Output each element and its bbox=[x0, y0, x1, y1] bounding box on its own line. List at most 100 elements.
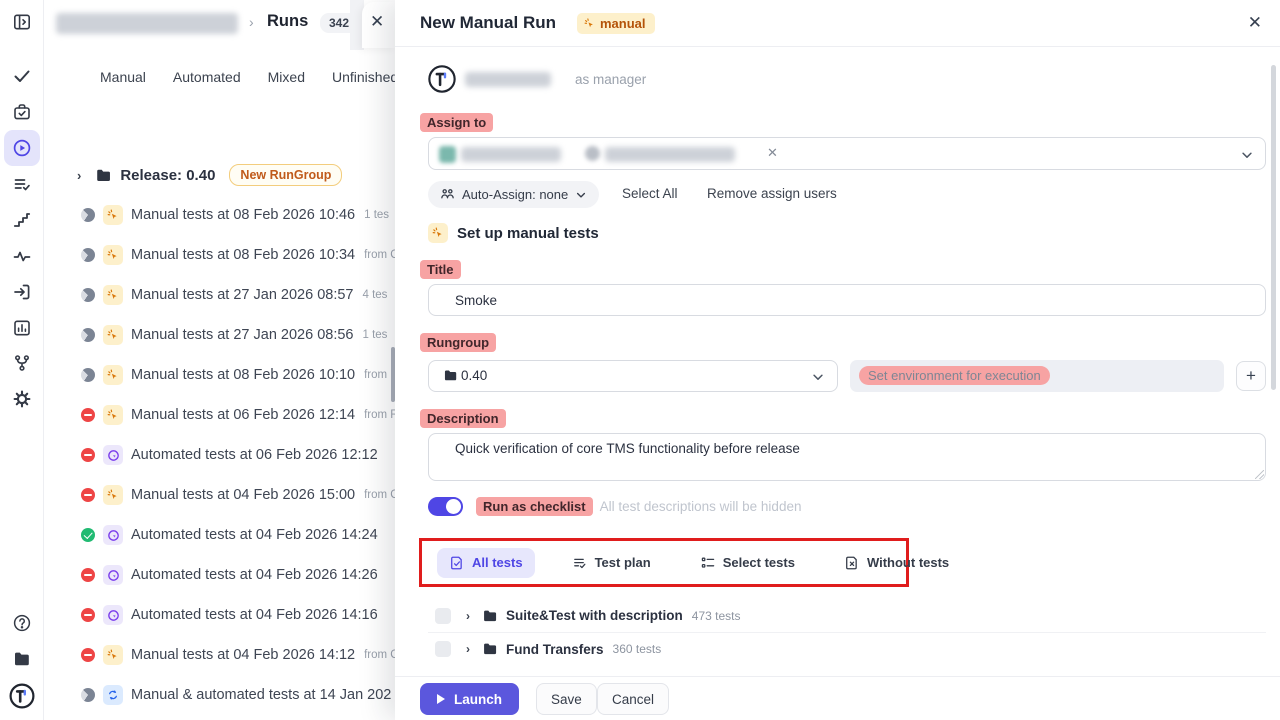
runs-list: Manual tests at 08 Feb 2026 10:46 1 tes … bbox=[44, 195, 395, 715]
filter-tab-manual[interactable]: Manual bbox=[100, 69, 146, 85]
runs-panel-header: › Runs 342 ✕ bbox=[44, 0, 395, 48]
app-sidebar bbox=[0, 0, 44, 720]
run-status-icon bbox=[81, 408, 95, 422]
suite-name: Fund Transfers bbox=[506, 642, 604, 657]
add-environment-button[interactable]: + bbox=[1236, 361, 1266, 391]
remove-assign-users-button[interactable]: Remove assign users bbox=[707, 186, 837, 201]
chevron-down-icon bbox=[575, 189, 587, 201]
environment-input[interactable]: Set environment for execution bbox=[850, 360, 1224, 392]
select-all-button[interactable]: Select All bbox=[622, 186, 678, 201]
list-check-icon[interactable] bbox=[12, 174, 32, 194]
folder-icon bbox=[482, 608, 498, 624]
suite-checkbox[interactable] bbox=[435, 641, 451, 657]
run-status-icon bbox=[81, 688, 95, 702]
rungroup-value: 0.40 bbox=[461, 368, 487, 383]
manual-type-badge: manual bbox=[577, 13, 655, 34]
tab-select-tests[interactable]: Select tests bbox=[688, 548, 807, 578]
rungroup-row[interactable]: › Release: 0.40 New RunGroup bbox=[44, 155, 395, 195]
run-meta: from C bbox=[364, 489, 395, 501]
description-textarea[interactable]: Quick verification of core TMS functiona… bbox=[428, 433, 1266, 481]
gear-icon[interactable] bbox=[12, 389, 32, 409]
tab-without-tests[interactable]: Without tests bbox=[832, 548, 961, 578]
assign-to-label: Assign to bbox=[420, 113, 493, 132]
play-circle-icon[interactable] bbox=[12, 138, 32, 158]
project-breadcrumb-blurred[interactable] bbox=[56, 13, 238, 34]
breadcrumb-separator: › bbox=[249, 14, 254, 30]
steps-icon[interactable] bbox=[12, 210, 32, 230]
chevron-right-icon[interactable]: › bbox=[466, 609, 470, 623]
run-list-item[interactable]: Manual & automated tests at 14 Jan 202 bbox=[44, 675, 395, 715]
briefcase-check-icon[interactable] bbox=[12, 102, 32, 122]
filter-tab-unfinished[interactable]: Unfinished bbox=[332, 69, 395, 85]
toggle-knob bbox=[446, 499, 461, 514]
filter-tab-automated[interactable]: Automated bbox=[173, 69, 241, 85]
document-x-icon bbox=[844, 555, 860, 571]
panel-toggle-icon[interactable] bbox=[12, 12, 32, 32]
help-icon[interactable] bbox=[12, 613, 32, 633]
checklist-label: Run as checklist bbox=[476, 497, 593, 516]
run-list-item[interactable]: Manual tests at 27 Jan 2026 08:56 1 tes bbox=[44, 315, 395, 355]
run-list-item[interactable]: Automated tests at 04 Feb 2026 14:24 bbox=[44, 515, 395, 555]
tab-label: All tests bbox=[472, 555, 523, 570]
assignee-avatar bbox=[439, 146, 456, 163]
suite-row[interactable]: › Fund Transfers 360 tests bbox=[428, 632, 1266, 665]
save-button[interactable]: Save bbox=[536, 683, 597, 715]
run-title: Manual tests at 04 Feb 2026 15:00 bbox=[131, 487, 355, 503]
app-logo[interactable] bbox=[8, 682, 36, 710]
rungroup-select[interactable]: 0.40 bbox=[428, 360, 838, 392]
modal-scrollbar[interactable] bbox=[1271, 65, 1276, 390]
chevron-right-icon[interactable]: › bbox=[466, 642, 470, 656]
runs-filter-bar: Manual Automated Mixed Unfinished bbox=[73, 64, 395, 90]
run-list-item[interactable]: Automated tests at 04 Feb 2026 14:16 bbox=[44, 595, 395, 635]
run-list-item[interactable]: Automated tests at 04 Feb 2026 14:26 bbox=[44, 555, 395, 595]
bar-chart-icon[interactable] bbox=[12, 318, 32, 338]
run-list-item[interactable]: Manual tests at 08 Feb 2026 10:10 from M bbox=[44, 355, 395, 395]
pulse-icon[interactable] bbox=[12, 246, 32, 266]
suite-checkbox[interactable] bbox=[435, 608, 451, 624]
assign-users-select[interactable]: ✕ bbox=[428, 137, 1266, 170]
modal-close-button[interactable]: ✕ bbox=[1248, 14, 1262, 31]
run-as-checklist-toggle[interactable] bbox=[428, 497, 463, 516]
modal-footer: Launch Save Cancel bbox=[395, 676, 1280, 720]
remove-assignee-icon[interactable]: ✕ bbox=[767, 145, 778, 161]
run-list-item[interactable]: Manual tests at 06 Feb 2026 12:14 from R bbox=[44, 395, 395, 435]
filter-tab-mixed[interactable]: Mixed bbox=[268, 69, 305, 85]
run-title: Automated tests at 04 Feb 2026 14:26 bbox=[131, 567, 378, 583]
tab-all-tests[interactable]: All tests bbox=[437, 548, 535, 578]
folder-icon[interactable] bbox=[12, 649, 32, 669]
run-list-item[interactable]: Manual tests at 04 Feb 2026 15:00 from C bbox=[44, 475, 395, 515]
run-status-icon bbox=[81, 448, 95, 462]
tab-test-plan[interactable]: Test plan bbox=[560, 548, 663, 578]
sign-in-icon[interactable] bbox=[12, 282, 32, 302]
run-title: Automated tests at 04 Feb 2026 14:24 bbox=[131, 527, 378, 543]
checklist-icon bbox=[700, 555, 716, 571]
test-suites-tree: › Suite&Test with description 473 tests … bbox=[428, 599, 1266, 665]
run-type-icon bbox=[103, 605, 123, 625]
suite-row[interactable]: › Suite&Test with description 473 tests bbox=[428, 599, 1266, 632]
launch-label: Launch bbox=[454, 692, 502, 707]
chevron-right-icon[interactable]: › bbox=[77, 168, 81, 183]
check-icon[interactable] bbox=[12, 66, 32, 86]
branch-icon[interactable] bbox=[12, 353, 32, 373]
checklist-hint: All test descriptions will be hidden bbox=[600, 499, 802, 514]
run-type-icon bbox=[103, 285, 123, 305]
run-status-icon bbox=[81, 608, 95, 622]
rungroup-label: Release: 0.40 bbox=[120, 167, 215, 184]
suite-test-count: 360 tests bbox=[613, 642, 662, 656]
run-list-item[interactable]: Manual tests at 27 Jan 2026 08:57 4 tes bbox=[44, 275, 395, 315]
run-title: Manual tests at 27 Jan 2026 08:56 bbox=[131, 327, 354, 343]
run-list-item[interactable]: Manual tests at 08 Feb 2026 10:46 1 tes bbox=[44, 195, 395, 235]
run-status-icon bbox=[81, 568, 95, 582]
run-list-item[interactable]: Manual tests at 04 Feb 2026 14:12 from C bbox=[44, 635, 395, 675]
run-list-item[interactable]: Manual tests at 08 Feb 2026 10:34 from C bbox=[44, 235, 395, 275]
run-list-item[interactable]: Automated tests at 06 Feb 2026 12:12 bbox=[44, 435, 395, 475]
list-check-icon bbox=[572, 555, 588, 571]
auto-assign-dropdown[interactable]: Auto-Assign: none bbox=[428, 181, 599, 208]
resize-grip[interactable] bbox=[1255, 470, 1264, 479]
title-input[interactable] bbox=[428, 284, 1266, 316]
launch-button[interactable]: Launch bbox=[420, 683, 519, 715]
cancel-button[interactable]: Cancel bbox=[597, 683, 669, 715]
runs-close-button[interactable]: ✕ bbox=[370, 13, 384, 30]
chevron-down-icon[interactable] bbox=[1240, 148, 1254, 162]
auto-assign-label: Auto-Assign: none bbox=[462, 187, 568, 202]
